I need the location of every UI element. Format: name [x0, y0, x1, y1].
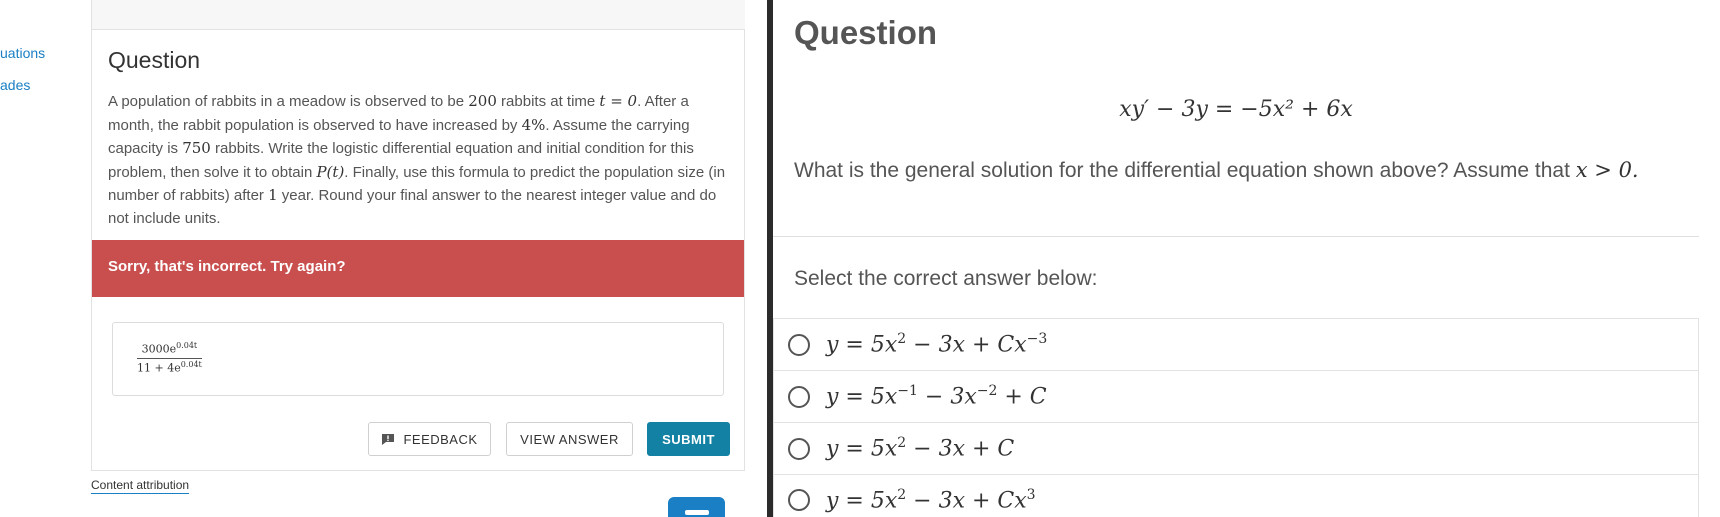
math-200: 200	[468, 92, 497, 110]
option-exponent: −1	[897, 383, 918, 400]
answer-option[interactable]: y = 5x−1 − 3x−2 + C	[773, 370, 1699, 422]
radio-button[interactable]	[788, 385, 810, 408]
incorrect-alert: Sorry, that's incorrect. Try again?	[92, 240, 744, 297]
question-text-part: A population of rabbits in a meadow is o…	[108, 93, 469, 110]
option-exponent: 2	[897, 331, 907, 348]
question-heading: Question	[108, 47, 201, 73]
option-part: − 3x + Cx	[906, 332, 1027, 358]
radio-button[interactable]	[788, 437, 810, 460]
option-part: − 3x + Cx	[906, 488, 1027, 514]
radio-button[interactable]	[788, 489, 810, 511]
answer-option[interactable]: y = 5x2 − 3x + C	[773, 422, 1699, 474]
question-text: A population of rabbits in a meadow is o…	[108, 90, 728, 230]
feedback-button-label: FEEDBACK	[403, 431, 478, 447]
numerator-base: 3000e	[141, 342, 177, 356]
nav-link-equations[interactable]: uations	[0, 45, 45, 61]
chat-icon[interactable]	[668, 497, 725, 517]
option-exponent: 2	[897, 435, 907, 452]
divider-line	[773, 236, 1699, 237]
top-strip	[91, 0, 745, 30]
denominator-base: 11 + 4e	[137, 361, 181, 375]
option-text: y = 5x−1 − 3x−2 + C	[826, 383, 1047, 409]
option-exponent: −2	[976, 383, 998, 400]
option-text: y = 5x2 − 3x + Cx3	[826, 487, 1036, 513]
feedback-icon	[381, 433, 395, 446]
nav-link-grades[interactable]: ades	[0, 77, 30, 93]
left-pane: uations ades Question A population of ra…	[0, 0, 767, 517]
answer-options: y = 5x2 − 3x + Cx−3 y = 5x−1 − 3x−2 + C …	[773, 318, 1699, 517]
option-part: y = 5x	[826, 488, 898, 514]
option-part: y = 5x	[826, 384, 898, 410]
option-text: y = 5x2 − 3x + Cx−3	[826, 331, 1047, 357]
right-pane: Question xy′ − 3y = −5x² + 6x What is th…	[773, 0, 1720, 517]
option-part: − 3x + C	[906, 436, 1015, 462]
numerator-exponent: 0.04t	[176, 341, 198, 350]
differential-equation: xy′ − 3y = −5x² + 6x	[1119, 97, 1353, 122]
fraction-numerator: 3000e0.04t	[137, 341, 202, 359]
option-exponent: −3	[1026, 331, 1048, 348]
math-p-of-t: P(t)	[316, 162, 345, 181]
submit-button[interactable]: SUBMIT	[647, 422, 730, 456]
right-question-text-part: What is the general solution for the dif…	[794, 159, 1576, 182]
math-4-percent: 4%	[521, 115, 546, 134]
question-text-part: rabbits at time	[496, 93, 600, 110]
option-text: y = 5x2 − 3x + C	[826, 435, 1014, 461]
math-x-greater-0: x > 0.	[1575, 158, 1639, 182]
option-exponent: 2	[897, 486, 907, 503]
radio-button[interactable]	[788, 333, 810, 356]
answer-input[interactable]: 3000e0.04t 11 + 4e0.04t	[112, 322, 724, 396]
answer-fraction: 3000e0.04t 11 + 4e0.04t	[137, 341, 202, 374]
math-1: 1	[268, 186, 278, 204]
view-answer-button[interactable]: VIEW ANSWER	[506, 422, 633, 456]
option-part: + C	[997, 384, 1047, 410]
answer-option[interactable]: y = 5x2 − 3x + Cx3	[773, 474, 1699, 517]
math-t0: t = 0	[599, 92, 638, 110]
answer-option[interactable]: y = 5x2 − 3x + Cx−3	[773, 318, 1699, 370]
question-card: Question A population of rabbits in a me…	[91, 30, 745, 471]
content-attribution-link[interactable]: Content attribution	[91, 478, 190, 494]
right-question-text: What is the general solution for the dif…	[794, 155, 1664, 186]
fraction-denominator: 11 + 4e0.04t	[137, 359, 202, 375]
math-750: 750	[182, 139, 211, 157]
right-question-heading: Question	[794, 14, 938, 51]
option-part: − 3x	[917, 384, 977, 410]
option-part: y = 5x	[826, 436, 898, 462]
select-answer-label: Select the correct answer below:	[794, 267, 1098, 290]
feedback-button[interactable]: FEEDBACK	[368, 422, 491, 456]
option-part: y = 5x	[826, 332, 898, 358]
denominator-exponent: 0.04t	[180, 359, 202, 369]
option-exponent: 3	[1026, 486, 1036, 503]
